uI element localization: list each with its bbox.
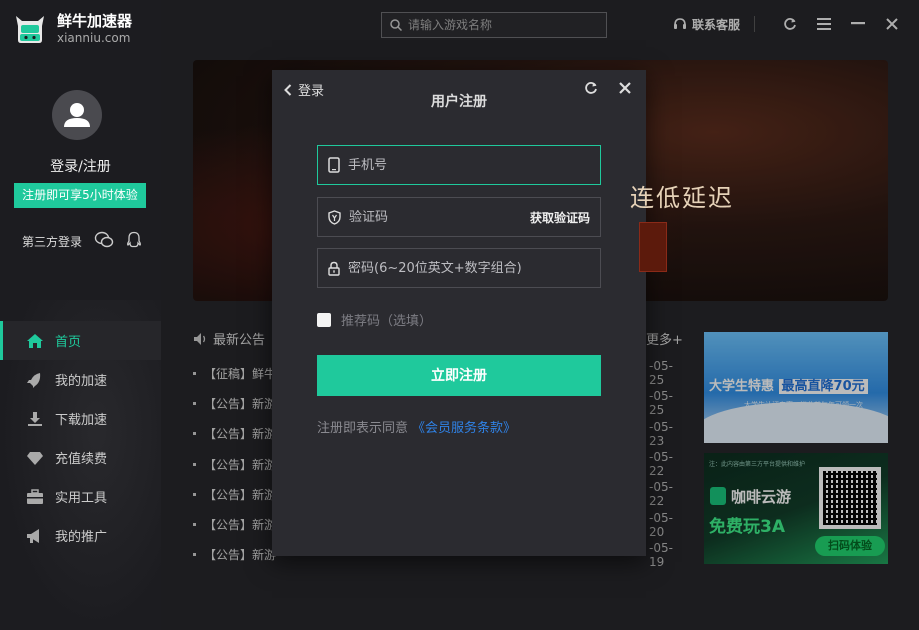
terms-link[interactable]: 《会员服务条款》 bbox=[412, 421, 516, 436]
sidebar-item-label: 下载加速 bbox=[55, 413, 108, 428]
avatar[interactable] bbox=[52, 90, 102, 140]
lock-icon bbox=[328, 261, 340, 276]
close-icon bbox=[619, 82, 631, 94]
password-input[interactable] bbox=[348, 260, 600, 276]
sidebar: 鲜牛加速器 xianniu.com 登录/注册 注册即可享5小时体验 第三方登录… bbox=[0, 0, 161, 630]
terms-prefix: 注册即表示同意 bbox=[317, 421, 409, 436]
app-url: xianniu.com bbox=[57, 31, 131, 45]
shield-icon bbox=[328, 209, 341, 225]
user-icon bbox=[64, 103, 90, 127]
sidebar-nav: 首页 我的加速 下载加速 充值续费 实用工具 我的推广 bbox=[0, 321, 161, 555]
sidebar-item-label: 充值续费 bbox=[55, 452, 108, 467]
qq-icon[interactable] bbox=[126, 231, 142, 252]
download-icon bbox=[28, 411, 42, 426]
verification-code-field[interactable]: 获取验证码 bbox=[317, 197, 601, 237]
banner-text: 连低延迟 bbox=[630, 184, 734, 212]
third-party-login-label: 第三方登录 bbox=[22, 235, 83, 249]
sidebar-item-label: 我的推广 bbox=[55, 530, 108, 545]
cow-logo-icon bbox=[13, 12, 47, 46]
terms-notice: 注册即表示同意 《会员服务条款》 bbox=[317, 417, 516, 436]
sidebar-item-my-boost[interactable]: 我的加速 bbox=[0, 360, 161, 399]
app-name: 鲜牛加速器 bbox=[57, 12, 133, 30]
referral-checkbox[interactable] bbox=[317, 312, 331, 327]
dialog-close-button[interactable] bbox=[619, 82, 631, 98]
get-code-button[interactable]: 获取验证码 bbox=[530, 209, 590, 226]
phone-input[interactable] bbox=[348, 157, 600, 173]
password-field[interactable] bbox=[317, 248, 601, 288]
verification-code-input[interactable] bbox=[349, 209, 530, 225]
login-register-link[interactable]: 登录/注册 bbox=[0, 156, 161, 176]
sidebar-item-home[interactable]: 首页 bbox=[0, 321, 161, 360]
sidebar-item-promotion[interactable]: 我的推广 bbox=[0, 516, 161, 555]
sidebar-item-tools[interactable]: 实用工具 bbox=[0, 477, 161, 516]
diamond-icon bbox=[27, 451, 43, 465]
home-icon bbox=[27, 333, 43, 348]
sidebar-item-label: 我的加速 bbox=[55, 374, 108, 389]
sidebar-item-recharge[interactable]: 充值续费 bbox=[0, 438, 161, 477]
toolbox-icon bbox=[27, 488, 43, 504]
phone-icon bbox=[328, 157, 340, 173]
sidebar-item-label: 实用工具 bbox=[55, 491, 108, 506]
wechat-icon[interactable] bbox=[94, 231, 114, 252]
sidebar-item-download-boost[interactable]: 下载加速 bbox=[0, 399, 161, 438]
phone-field[interactable] bbox=[317, 145, 601, 185]
brand: 鲜牛加速器 xianniu.com bbox=[13, 12, 132, 46]
third-party-login: 第三方登录 bbox=[22, 231, 142, 252]
promo-badge[interactable]: 注册即可享5小时体验 bbox=[14, 183, 146, 208]
refresh-icon bbox=[585, 82, 597, 94]
register-dialog: 登录 用户注册 获取验证码 推荐码（选填） 立即注册 注册即表示同意《会员服务条… bbox=[272, 70, 646, 556]
banner-button[interactable] bbox=[639, 222, 667, 272]
dialog-refresh-button[interactable] bbox=[584, 81, 598, 99]
sidebar-item-label: 首页 bbox=[55, 335, 82, 350]
megaphone-icon bbox=[27, 528, 39, 543]
register-submit-button[interactable]: 立即注册 bbox=[317, 355, 601, 396]
referral-label: 推荐码（选填） bbox=[341, 314, 433, 329]
referral-code-option[interactable]: 推荐码（选填） bbox=[317, 310, 432, 329]
rocket-icon bbox=[27, 372, 41, 388]
